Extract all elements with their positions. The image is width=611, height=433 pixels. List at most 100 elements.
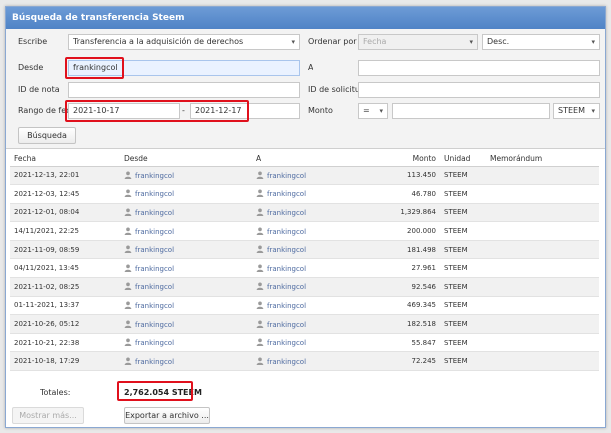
- cell-unit: STEEM: [440, 203, 486, 223]
- memo-id-label: ID de nota: [18, 85, 60, 94]
- cell-from[interactable]: frankingcol: [120, 258, 252, 279]
- search-button[interactable]: Búsqueda: [18, 127, 76, 144]
- date-to-input[interactable]: 2021-12-17: [190, 103, 300, 119]
- cell-from[interactable]: frankingcol: [120, 296, 252, 316]
- cell-to[interactable]: frankingcol: [252, 333, 382, 353]
- request-id-input[interactable]: [358, 82, 600, 98]
- currency-select[interactable]: STEEM ▾: [553, 103, 600, 119]
- cell-to[interactable]: frankingcol: [252, 258, 382, 279]
- from-user-link[interactable]: frankingcol: [135, 246, 174, 254]
- from-user-link[interactable]: frankingcol: [135, 339, 174, 347]
- column-header-from[interactable]: Desde: [120, 152, 252, 167]
- to-user-link[interactable]: frankingcol: [267, 228, 306, 236]
- cell-to[interactable]: frankingcol: [252, 277, 382, 297]
- amount-input[interactable]: [392, 103, 550, 119]
- user-icon: [256, 282, 264, 291]
- cell-from[interactable]: frankingcol: [120, 351, 252, 372]
- cell-amount: 46.780: [382, 184, 440, 204]
- user-icon: [256, 264, 264, 272]
- column-header-amount[interactable]: Monto: [382, 152, 440, 167]
- cell-unit: STEEM: [440, 166, 486, 186]
- column-header-date[interactable]: Fecha: [10, 152, 120, 167]
- from-user-link[interactable]: frankingcol: [135, 358, 174, 366]
- column-header-memo[interactable]: Memorándum: [486, 152, 599, 167]
- from-user-link[interactable]: frankingcol: [135, 172, 174, 180]
- cell-from[interactable]: frankingcol: [120, 277, 252, 297]
- cell-to[interactable]: frankingcol: [252, 184, 382, 204]
- from-user-link[interactable]: frankingcol: [135, 190, 174, 198]
- cell-from[interactable]: frankingcol: [120, 333, 252, 353]
- table-row[interactable]: 2021-10-26, 05:12 frankingcol frankingcol 1…: [10, 314, 599, 334]
- cell-to[interactable]: frankingcol: [252, 351, 382, 372]
- table-row[interactable]: 2021-10-21, 22:38 frankingcol frankingcol 5…: [10, 333, 599, 353]
- to-user-link[interactable]: frankingcol: [267, 358, 306, 366]
- cell-from[interactable]: frankingcol: [120, 203, 252, 223]
- table-row[interactable]: 14/11/2021, 22:25 frankingcol frankingcol 2…: [10, 221, 599, 241]
- cell-from[interactable]: frankingcol: [120, 166, 252, 186]
- to-user-link[interactable]: frankingcol: [267, 172, 306, 180]
- search-form: Escribe Transferencia a la adquisición d…: [6, 29, 605, 149]
- from-user-link[interactable]: frankingcol: [135, 283, 174, 291]
- user-icon: [256, 245, 264, 254]
- show-more-button[interactable]: Mostrar más...: [12, 407, 84, 424]
- to-user-link[interactable]: frankingcol: [267, 339, 306, 347]
- table-row[interactable]: 01-11-2021, 13:37 frankingcol frankingcol 4…: [10, 296, 599, 316]
- cell-from[interactable]: frankingcol: [120, 314, 252, 334]
- table-row[interactable]: 04/11/2021, 13:45 frankingcol frankingcol 2…: [10, 258, 599, 279]
- table-body: 2021-12-13, 22:01 frankingcol frankingcol 1…: [10, 166, 599, 372]
- cell-unit: STEEM: [440, 277, 486, 297]
- column-header-to[interactable]: A: [252, 152, 382, 167]
- cell-to[interactable]: frankingcol: [252, 203, 382, 223]
- to-input[interactable]: [358, 60, 600, 76]
- from-user-link[interactable]: frankingcol: [135, 209, 174, 217]
- order-by-select[interactable]: Fecha ▾: [358, 34, 478, 50]
- cell-to[interactable]: frankingcol: [252, 240, 382, 260]
- from-user-link[interactable]: frankingcol: [135, 321, 174, 329]
- cell-to[interactable]: frankingcol: [252, 221, 382, 241]
- order-by-value: Fecha: [363, 37, 387, 46]
- date-separator: -: [182, 106, 185, 115]
- cell-to[interactable]: frankingcol: [252, 296, 382, 316]
- amount-operator-select[interactable]: = ▾: [358, 103, 388, 119]
- to-user-link[interactable]: frankingcol: [267, 265, 306, 273]
- memo-id-input[interactable]: [68, 82, 300, 98]
- table-row[interactable]: 2021-12-13, 22:01 frankingcol frankingcol 1…: [10, 166, 599, 186]
- chevron-down-icon: ▾: [291, 38, 295, 46]
- cell-from[interactable]: frankingcol: [120, 221, 252, 241]
- to-user-link[interactable]: frankingcol: [267, 321, 306, 329]
- cell-unit: STEEM: [440, 314, 486, 334]
- type-select[interactable]: Transferencia a la adquisición de derech…: [68, 34, 300, 50]
- from-user-link[interactable]: frankingcol: [135, 265, 174, 273]
- date-from-input[interactable]: 2021-10-17: [68, 103, 180, 119]
- table-row[interactable]: 2021-10-18, 17:29 frankingcol frankingcol 7…: [10, 351, 599, 372]
- table-row[interactable]: 2021-12-03, 12:45 frankingcol frankingcol 4…: [10, 184, 599, 204]
- cell-date: 2021-10-21, 22:38: [10, 333, 120, 353]
- table-row[interactable]: 2021-12-01, 08:04 frankingcol frankingcol 1…: [10, 203, 599, 223]
- cell-from[interactable]: frankingcol: [120, 240, 252, 260]
- to-user-link[interactable]: frankingcol: [267, 302, 306, 310]
- to-user-link[interactable]: frankingcol: [267, 190, 306, 198]
- to-user-link[interactable]: frankingcol: [267, 209, 306, 217]
- table-row[interactable]: 2021-11-09, 08:59 frankingcol frankingcol 1…: [10, 240, 599, 260]
- from-user-link[interactable]: frankingcol: [135, 302, 174, 310]
- cell-to[interactable]: frankingcol: [252, 314, 382, 334]
- cell-memo: [486, 166, 599, 186]
- cell-memo: [486, 314, 599, 334]
- from-user-link[interactable]: frankingcol: [135, 228, 174, 236]
- column-header-unit[interactable]: Unidad: [440, 152, 486, 167]
- export-button[interactable]: Exportar a archivo ...: [124, 407, 210, 424]
- user-icon: [124, 245, 132, 254]
- table-footer: Totales: 2,762.054 STEEM Mostrar más... …: [6, 379, 605, 427]
- cell-memo: [486, 184, 599, 204]
- amount-label: Monto: [308, 106, 333, 115]
- table-header-row: Fecha Desde A Monto Unidad Memorándum: [10, 152, 599, 167]
- cell-date: 2021-11-02, 08:25: [10, 277, 120, 297]
- from-input[interactable]: frankingcol: [68, 60, 300, 76]
- to-user-link[interactable]: frankingcol: [267, 283, 306, 291]
- to-user-link[interactable]: frankingcol: [267, 246, 306, 254]
- order-direction-select[interactable]: Desc. ▾: [482, 34, 600, 50]
- cell-from[interactable]: frankingcol: [120, 184, 252, 204]
- table-row[interactable]: 2021-11-02, 08:25 frankingcol frankingcol 9…: [10, 277, 599, 297]
- transfer-search-window: Búsqueda de transferencia Steem Escribe …: [5, 6, 606, 428]
- cell-to[interactable]: frankingcol: [252, 166, 382, 186]
